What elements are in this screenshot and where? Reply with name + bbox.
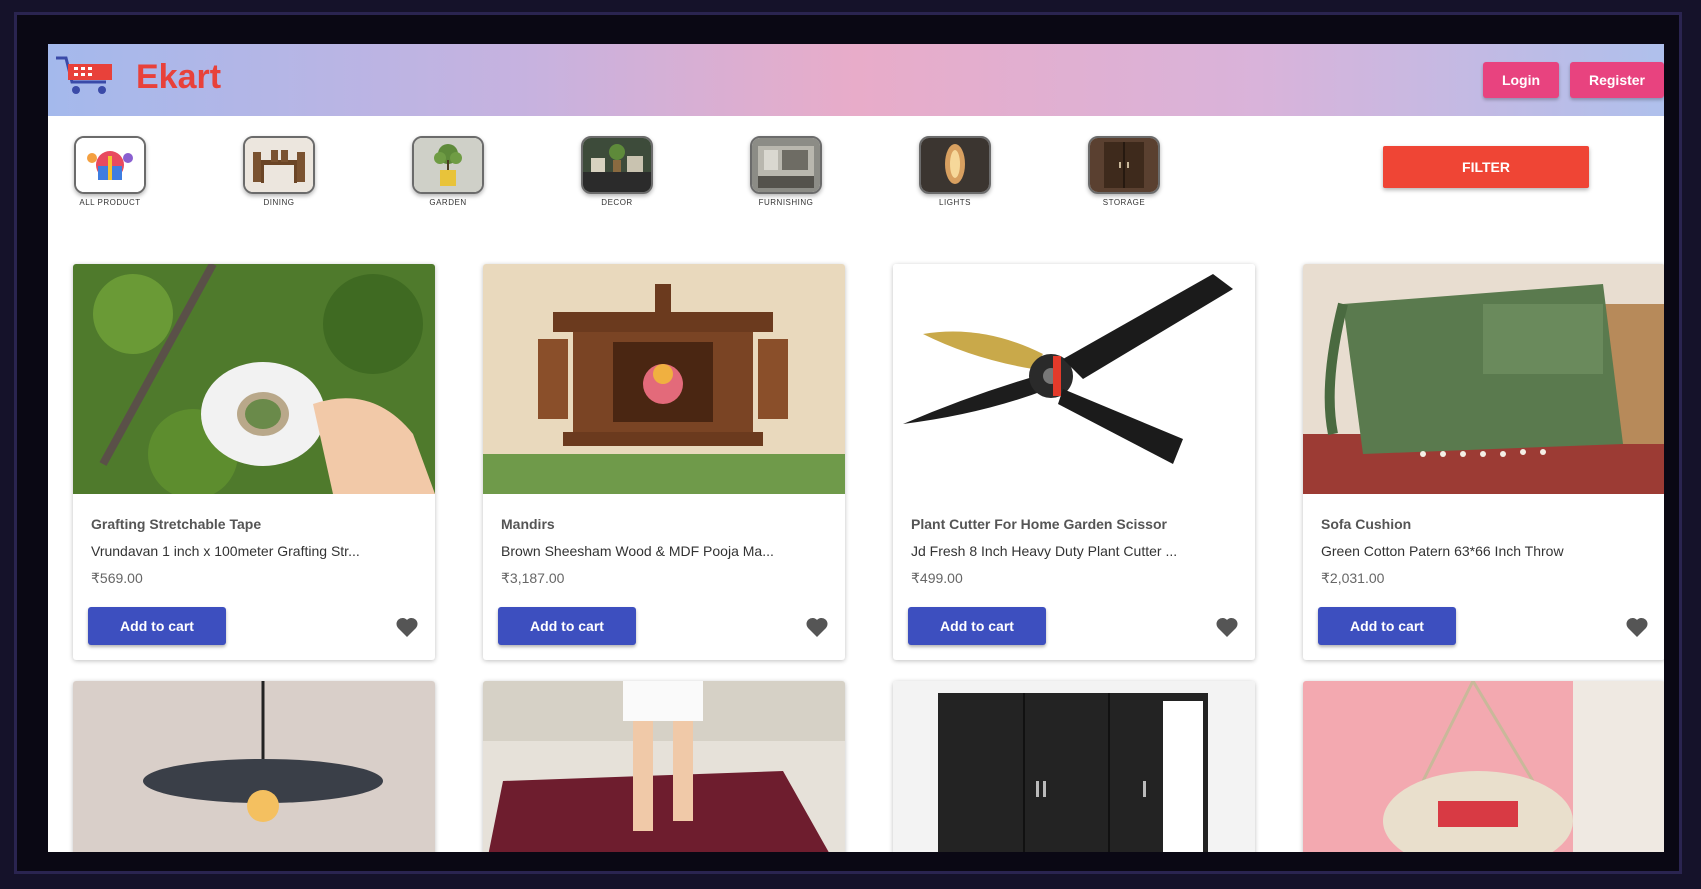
- category-label: LIGHTS: [939, 198, 971, 207]
- product-description: Vrundavan 1 inch x 100meter Grafting Str…: [91, 543, 360, 559]
- product-card[interactable]: Grafting Stretchable Tape Vrundavan 1 in…: [73, 264, 435, 660]
- heart-icon[interactable]: [395, 616, 419, 638]
- product-description: Jd Fresh 8 Inch Heavy Duty Plant Cutter …: [911, 543, 1178, 559]
- product-card[interactable]: [483, 681, 845, 852]
- add-to-cart-button[interactable]: Add to cart: [88, 607, 226, 645]
- category-label: DINING: [263, 198, 295, 207]
- add-to-cart-button[interactable]: Add to cart: [498, 607, 636, 645]
- heart-icon[interactable]: [1215, 616, 1239, 638]
- product-card[interactable]: [1303, 681, 1664, 852]
- product-card[interactable]: [73, 681, 435, 852]
- product-title[interactable]: Grafting Stretchable Tape: [91, 516, 261, 532]
- bath-mat-image[interactable]: [483, 681, 845, 852]
- category-label: STORAGE: [1102, 198, 1146, 207]
- product-description: Green Cotton Patern 63*66 Inch Throw: [1321, 543, 1564, 559]
- category-garden[interactable]: GARDEN: [393, 136, 503, 207]
- add-to-cart-button[interactable]: Add to cart: [1318, 607, 1456, 645]
- plant-pot-icon: [412, 136, 484, 194]
- category-label: FURNISHING: [758, 198, 814, 207]
- shopping-cart-icon[interactable]: [54, 52, 116, 100]
- decor-icon: [581, 136, 653, 194]
- register-button[interactable]: Register: [1570, 62, 1664, 98]
- pendant-lamp-image[interactable]: [73, 681, 435, 852]
- product-title[interactable]: Plant Cutter For Home Garden Scissor: [911, 516, 1167, 532]
- product-card[interactable]: Mandirs Brown Sheesham Wood & MDF Pooja …: [483, 264, 845, 660]
- gift-icon: [74, 136, 146, 194]
- pruning-shears-image[interactable]: [893, 264, 1255, 494]
- category-storage[interactable]: STORAGE: [1069, 136, 1179, 207]
- category-dining[interactable]: DINING: [224, 136, 334, 207]
- heart-icon[interactable]: [1625, 616, 1649, 638]
- category-label: GARDEN: [429, 198, 467, 207]
- furnishing-icon: [750, 136, 822, 194]
- product-card[interactable]: Sofa Cushion Green Cotton Patern 63*66 I…: [1303, 264, 1664, 660]
- black-wardrobe-image[interactable]: [893, 681, 1255, 852]
- product-price: ₹499.00: [911, 570, 963, 586]
- product-title[interactable]: Sofa Cushion: [1321, 516, 1411, 532]
- category-furnishing[interactable]: FURNISHING: [731, 136, 841, 207]
- wardrobe-icon: [1088, 136, 1160, 194]
- top-header: Ekart Login Register: [48, 44, 1664, 116]
- category-lights[interactable]: LIGHTS: [900, 136, 1010, 207]
- lamp-icon: [919, 136, 991, 194]
- app-window: Ekart Login Register ALL PRODUCT DINING …: [48, 44, 1664, 852]
- brand-name[interactable]: Ekart: [136, 58, 221, 97]
- product-description: Brown Sheesham Wood & MDF Pooja Ma...: [501, 543, 774, 559]
- category-label: ALL PRODUCT: [79, 198, 141, 207]
- product-title[interactable]: Mandirs: [501, 516, 555, 532]
- tape-roll-image[interactable]: [73, 264, 435, 494]
- login-button[interactable]: Login: [1483, 62, 1559, 98]
- product-price: ₹3,187.00: [501, 570, 565, 586]
- product-card[interactable]: Plant Cutter For Home Garden Scissor Jd …: [893, 264, 1255, 660]
- hanging-swing-chair-image[interactable]: [1303, 681, 1664, 852]
- category-label: DECOR: [601, 198, 633, 207]
- wooden-mandir-image[interactable]: [483, 264, 845, 494]
- green-throw-image[interactable]: [1303, 264, 1664, 494]
- category-all-product[interactable]: ALL PRODUCT: [55, 136, 165, 207]
- filter-button[interactable]: FILTER: [1383, 146, 1589, 188]
- category-decor[interactable]: DECOR: [562, 136, 672, 207]
- product-price: ₹569.00: [91, 570, 143, 586]
- add-to-cart-button[interactable]: Add to cart: [908, 607, 1046, 645]
- product-price: ₹2,031.00: [1321, 570, 1385, 586]
- dining-set-icon: [243, 136, 315, 194]
- product-card[interactable]: [893, 681, 1255, 852]
- heart-icon[interactable]: [805, 616, 829, 638]
